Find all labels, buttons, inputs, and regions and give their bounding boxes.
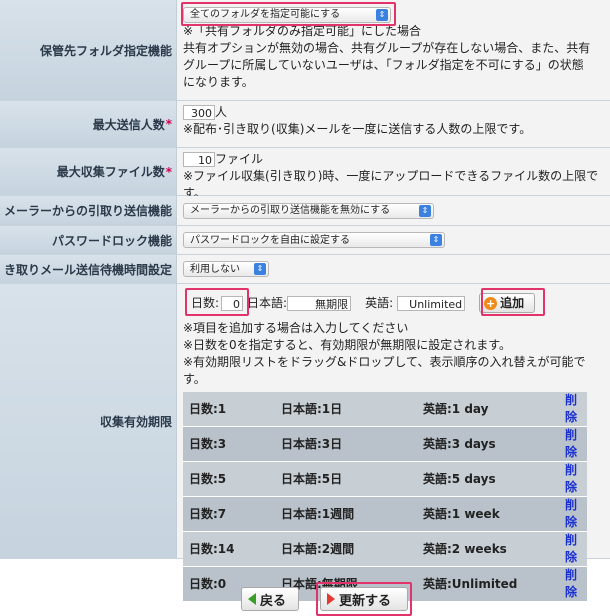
pickup-wait-label: き取りメール送信待機時間設定 bbox=[0, 255, 177, 283]
expiry-row-delete-link[interactable]: 削除 bbox=[559, 531, 587, 567]
expiry-note-1: ※日数を0を指定すると、有効期限が無期限に設定されます。 bbox=[183, 338, 512, 352]
password-lock-row: パスワードロック機能 パスワードロックを自由に設定する ⇕ bbox=[0, 226, 610, 255]
max-files-input[interactable]: 10 bbox=[183, 152, 215, 167]
expiry-row-ja: 日本語:3日 bbox=[275, 426, 417, 462]
max-send-row: 最大送信人数 * 300 人 ※配布･引き取り(収集)メールを一度に送信する人数の上… bbox=[0, 101, 610, 148]
max-files-label: 最大収集ファイル数 * bbox=[0, 148, 177, 195]
folder-note-3: になります。 bbox=[183, 75, 254, 89]
expiry-en-label: 英語: bbox=[365, 295, 394, 310]
expiry-en-input[interactable]: Unlimited bbox=[397, 295, 466, 311]
back-button[interactable]: 戻る bbox=[241, 587, 299, 611]
expiry-note-0: ※項目を追加する場合は入力してください bbox=[183, 321, 409, 335]
expiry-note-2: ※有効期限リストをドラッグ&ドロップして、表示順序の入れ替えが可能です。 bbox=[183, 355, 586, 386]
expiry-row-en: 英語:3 days bbox=[417, 426, 559, 462]
max-send-note: ※配布･引き取り(収集)メールを一度に送信する人数の上限です。 bbox=[183, 122, 532, 136]
expiry-row-days: 日数:3 bbox=[183, 426, 275, 462]
expiry-row-ja: 日本語:5日 bbox=[275, 461, 417, 497]
expiry-row-delete-link[interactable]: 削除 bbox=[559, 392, 587, 427]
expiry-row: 収集有効期限 日数: 0 日本語: 無期限 英語: Unlimited + 追加 … bbox=[0, 284, 610, 602]
expiry-list-row[interactable]: 日数:7 日本語:1週間 英語:1 week 削除 bbox=[183, 496, 587, 532]
folder-note-0: ※「共有フォルダのみ指定可能」にした場合 bbox=[183, 24, 422, 38]
expiry-list-row[interactable]: 日数:1 日本語:1日 英語:1 day 削除 bbox=[183, 392, 587, 427]
expiry-row-days: 日数:5 bbox=[183, 461, 275, 497]
password-lock-label: パスワードロック機能 bbox=[0, 226, 177, 254]
password-lock-select[interactable]: パスワードロックを自由に設定する ⇕ bbox=[183, 232, 445, 248]
expiry-row-delete-link[interactable]: 削除 bbox=[559, 496, 587, 532]
expiry-row-days: 日数:7 bbox=[183, 496, 275, 532]
expiry-row-en: 英語:Unlimited bbox=[417, 566, 559, 602]
expiry-list-row[interactable]: 日数:14 日本語:2週間 英語:2 weeks 削除 bbox=[183, 531, 587, 567]
max-send-label: 最大送信人数 * bbox=[0, 101, 177, 147]
plus-icon: + bbox=[484, 296, 498, 310]
mailer-pickup-select[interactable]: メーラーからの引取り送信機能を無効にする ⇕ bbox=[183, 202, 434, 219]
expiry-row-en: 英語:5 days bbox=[417, 461, 559, 497]
folder-setting-select[interactable]: 全てのフォルダを指定可能にする ⇕ bbox=[183, 6, 391, 23]
expiry-row-days: 日数:1 bbox=[183, 392, 275, 427]
expiry-row-ja: 日本語:1日 bbox=[275, 392, 417, 427]
expiry-row-delete-link[interactable]: 削除 bbox=[559, 461, 587, 497]
chevron-updown-icon: ⇕ bbox=[376, 8, 388, 21]
expiry-list-row[interactable]: 日数:3 日本語:3日 英語:3 days 削除 bbox=[183, 426, 587, 462]
expiry-row-ja: 日本語:2週間 bbox=[275, 531, 417, 567]
update-button[interactable]: 更新する bbox=[320, 587, 408, 611]
expiry-row-days: 日数:14 bbox=[183, 531, 275, 567]
folder-note-2: グループに所属していないユーザは、「フォルダ指定を不可にする」の状態 bbox=[183, 58, 584, 72]
mailer-pickup-label: メーラーからの引取り送信機能 bbox=[0, 196, 177, 225]
pickup-wait-row: き取りメール送信待機時間設定 利用しない ⇕ bbox=[0, 255, 610, 284]
chevron-updown-icon: ⇕ bbox=[254, 263, 266, 275]
expiry-list[interactable]: 日数:1 日本語:1日 英語:1 day 削除 日数:3 日本語:3日 英語:3 days 削… bbox=[183, 392, 587, 602]
add-button[interactable]: + 追加 bbox=[479, 293, 536, 313]
max-files-row: 最大収集ファイル数 * 10 ファイル ※ファイル収集(引き取り)時、一度にアップロ… bbox=[0, 148, 610, 200]
expiry-row-ja: 日本語:1週間 bbox=[275, 496, 417, 532]
expiry-row-en: 英語:1 week bbox=[417, 496, 559, 532]
chevron-updown-icon: ⇕ bbox=[419, 204, 431, 217]
expiry-days-input[interactable]: 0 bbox=[221, 295, 244, 311]
expiry-label: 収集有効期限 bbox=[0, 284, 177, 558]
folder-setting-row: 保管先フォルダ指定機能 全てのフォルダを指定可能にする ⇕ ※「共有フォルダのみ指… bbox=[0, 0, 610, 101]
chevron-updown-icon: ⇕ bbox=[430, 234, 442, 246]
expiry-row-en: 英語:2 weeks bbox=[417, 531, 559, 567]
expiry-ja-input[interactable]: 無期限 bbox=[287, 295, 352, 311]
folder-note-1: 共有オプションが無効の場合、共有グループが存在しない場合、また、共有 bbox=[183, 41, 591, 55]
back-arrow-icon bbox=[248, 593, 256, 605]
mailer-pickup-row: メーラーからの引取り送信機能 メーラーからの引取り送信機能を無効にする ⇕ bbox=[0, 196, 610, 226]
expiry-row-en: 英語:1 day bbox=[417, 392, 559, 427]
pickup-wait-select[interactable]: 利用しない ⇕ bbox=[183, 261, 269, 277]
expiry-days-label: 日数: bbox=[191, 295, 220, 310]
expiry-row-delete-link[interactable]: 削除 bbox=[559, 566, 587, 602]
folder-setting-label: 保管先フォルダ指定機能 bbox=[0, 0, 177, 100]
expiry-row-delete-link[interactable]: 削除 bbox=[559, 426, 587, 462]
max-send-unit: 人 bbox=[215, 105, 228, 119]
settings-form: 保管先フォルダ指定機能 全てのフォルダを指定可能にする ⇕ ※「共有フォルダのみ指… bbox=[0, 0, 610, 602]
max-files-unit: ファイル bbox=[215, 152, 264, 166]
forward-arrow-icon bbox=[327, 593, 335, 605]
expiry-list-row[interactable]: 日数:5 日本語:5日 英語:5 days 削除 bbox=[183, 461, 587, 497]
max-send-input[interactable]: 300 bbox=[183, 105, 215, 120]
expiry-ja-label: 日本語: bbox=[247, 295, 288, 310]
